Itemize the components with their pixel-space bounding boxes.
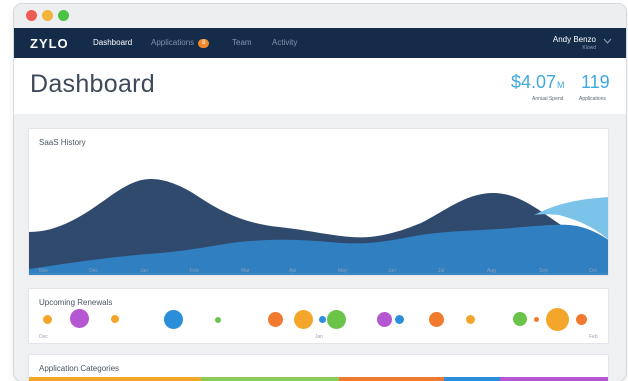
month-label: Feb	[190, 268, 199, 274]
applications-count-value: 119	[581, 72, 610, 92]
window-titlebar	[14, 4, 626, 28]
category-segment[interactable]	[339, 377, 444, 381]
nav-applications-label: Applications	[151, 38, 195, 47]
dashboard-header: Dashboard $4.07M Annual Spend 119 Applic…	[14, 58, 626, 114]
application-categories-title: Application Categories	[39, 364, 120, 373]
month-label: Apr	[289, 268, 297, 274]
renewal-bubble[interactable]	[319, 316, 326, 323]
top-navbar: ZYLO Dashboard Applications 8 Team Activi…	[14, 28, 626, 58]
nav-team[interactable]: Team	[232, 38, 252, 47]
category-segment[interactable]	[201, 377, 339, 381]
month-label: Mar	[241, 268, 250, 274]
renewal-date-label: Feb	[589, 334, 598, 340]
renewal-bubble[interactable]	[429, 312, 444, 327]
renewal-bubble[interactable]	[576, 314, 587, 325]
page-title: Dashboard	[30, 70, 156, 98]
renewal-bubble[interactable]	[215, 317, 221, 323]
month-label: Dec	[89, 268, 98, 274]
annual-spend-label: Annual Spend	[532, 96, 564, 102]
renewal-bubble[interactable]	[111, 315, 119, 323]
renewal-bubble[interactable]	[513, 312, 527, 326]
renewal-bubble[interactable]	[546, 308, 569, 331]
close-window-button[interactable]	[26, 10, 37, 21]
upcoming-renewals-card: Upcoming Renewals Dec Jan Feb	[28, 288, 609, 344]
user-name[interactable]: Andy Benzo	[553, 35, 596, 44]
saas-history-chart	[29, 179, 608, 275]
annual-spend-amount: $4.07	[511, 72, 557, 92]
saas-history-card: SaaS History Nov Dec Jan Feb Mar Apr May…	[28, 128, 609, 276]
renewal-bubble[interactable]	[43, 315, 52, 324]
renewal-bubble[interactable]	[377, 312, 392, 327]
month-label: Oct	[589, 268, 597, 274]
renewal-bubble[interactable]	[70, 309, 89, 328]
renewal-bubble[interactable]	[294, 310, 313, 329]
month-label: Jan	[140, 268, 149, 274]
renewal-bubble[interactable]	[466, 315, 475, 324]
renewal-date-label: Dec	[39, 334, 48, 340]
logo-text: ZYLO	[30, 36, 69, 50]
annual-spend-value: $4.07M	[511, 72, 565, 93]
upcoming-renewals-title: Upcoming Renewals	[39, 298, 113, 307]
zylo-logo[interactable]: ZYLO	[30, 36, 74, 50]
category-segment[interactable]	[29, 377, 201, 381]
renewal-bubble[interactable]	[395, 315, 404, 324]
month-label: Sep	[539, 268, 548, 274]
maximize-window-button[interactable]	[58, 10, 69, 21]
nav-activity[interactable]: Activity	[272, 38, 297, 47]
renewal-bubble[interactable]	[268, 312, 283, 327]
applications-count-label: Applications	[579, 96, 606, 102]
browser-window: ZYLO Dashboard Applications 8 Team Activi…	[14, 4, 626, 381]
renewal-bubble[interactable]	[164, 310, 183, 329]
month-label: Jun	[388, 268, 397, 274]
renewal-date-label: Jan	[315, 334, 324, 340]
application-categories-card: Application Categories	[28, 354, 609, 381]
renewal-bubble[interactable]	[534, 317, 539, 322]
minimize-window-button[interactable]	[42, 10, 53, 21]
month-label: May	[338, 268, 348, 274]
nav-applications[interactable]: Applications 8	[151, 38, 210, 48]
category-segment[interactable]	[444, 377, 500, 381]
nav-dashboard[interactable]: Dashboard	[93, 38, 132, 47]
category-segment[interactable]	[500, 377, 608, 381]
renewal-bubble[interactable]	[327, 310, 346, 329]
user-organization: Klowd	[582, 45, 596, 51]
month-label: Nov	[39, 268, 48, 274]
chevron-down-icon[interactable]	[603, 38, 612, 44]
month-label: Jul	[438, 268, 445, 274]
applications-count-badge: 8	[198, 39, 210, 48]
month-label: Aug	[487, 268, 496, 274]
annual-spend-unit: M	[557, 80, 565, 90]
